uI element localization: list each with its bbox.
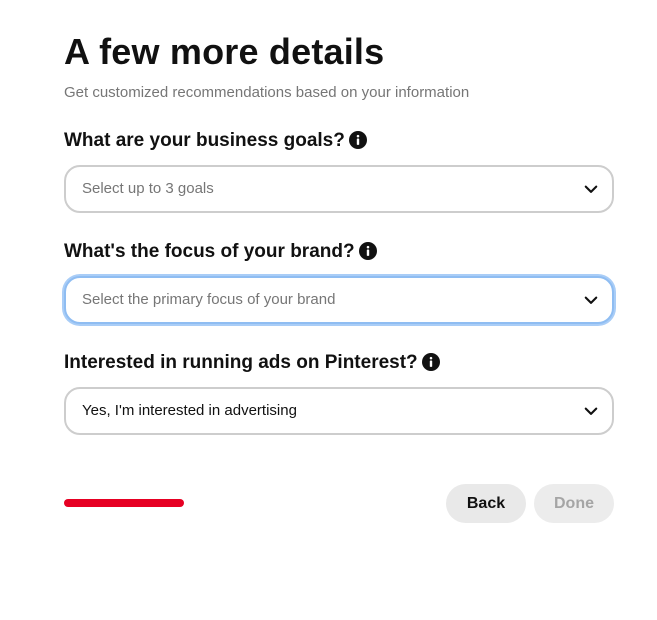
chevron-down-icon bbox=[584, 407, 598, 415]
brand-focus-select[interactable]: Select the primary focus of your brand bbox=[64, 276, 614, 324]
chevron-down-icon bbox=[584, 296, 598, 304]
advertising-interest-value: Yes, I'm interested in advertising bbox=[82, 402, 297, 419]
details-form-page: A few more details Get customized recomm… bbox=[0, 0, 657, 620]
done-button[interactable]: Done bbox=[534, 484, 614, 523]
page-title: A few more details bbox=[64, 31, 385, 72]
advertising-interest-select[interactable]: Yes, I'm interested in advertising bbox=[64, 387, 614, 435]
brand-focus-label-text: What's the focus of your brand? bbox=[64, 241, 355, 262]
info-icon[interactable] bbox=[358, 242, 377, 260]
page-subtitle: Get customized recommendations based on … bbox=[64, 84, 470, 101]
brand-focus-label: What's the focus of your brand? bbox=[64, 240, 377, 264]
chevron-down-icon bbox=[584, 185, 598, 193]
progress-bar bbox=[64, 499, 184, 507]
back-button[interactable]: Back bbox=[446, 484, 526, 523]
advertising-interest-label: Interested in running ads on Pinterest? bbox=[64, 351, 440, 375]
business-goals-label-text: What are your business goals? bbox=[64, 130, 345, 151]
advertising-interest-label-text: Interested in running ads on Pinterest? bbox=[64, 352, 418, 373]
business-goals-placeholder: Select up to 3 goals bbox=[82, 180, 214, 197]
info-icon[interactable] bbox=[348, 131, 367, 149]
business-goals-select[interactable]: Select up to 3 goals bbox=[64, 165, 614, 213]
brand-focus-placeholder: Select the primary focus of your brand bbox=[82, 291, 336, 308]
business-goals-label: What are your business goals? bbox=[64, 129, 367, 153]
info-icon[interactable] bbox=[421, 353, 440, 371]
